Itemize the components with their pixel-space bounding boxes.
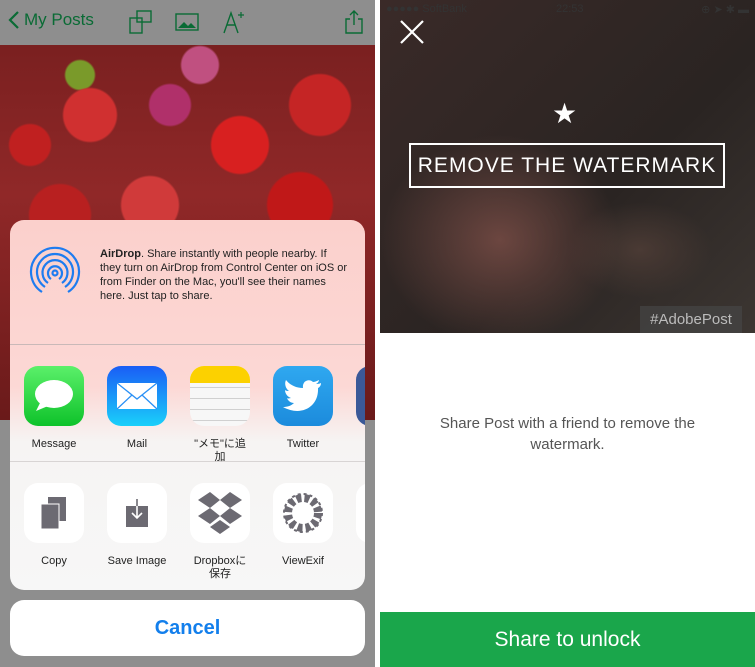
app-notes[interactable]: "メモ"に追加 [190, 346, 250, 463]
chevron-left-icon [8, 11, 19, 29]
more-tile [356, 483, 365, 543]
action-label: Copy [41, 555, 67, 567]
facebook-icon [356, 366, 365, 426]
app-label: Mail [126, 438, 148, 450]
app-facebook[interactable]: F [356, 346, 365, 461]
app-row: Message Mail "メモ"に追加 Twitter F [10, 346, 365, 463]
action-dropbox[interactable]: Dropboxに保存 [190, 463, 250, 580]
mail-icon [107, 366, 167, 426]
nav-bar: My Posts [0, 0, 375, 45]
back-label: My Posts [24, 10, 94, 29]
airdrop-description: AirDrop. Share instantly with people nea… [100, 247, 350, 303]
notes-icon [190, 366, 250, 426]
message-icon [24, 366, 84, 426]
app-label: F [356, 438, 365, 451]
viewexif-icon [273, 483, 333, 543]
action-viewexif[interactable]: ViewExif [273, 463, 333, 579]
action-save-image[interactable]: Save Image [107, 463, 167, 579]
carrier: ●●●●● SoftBank [386, 3, 467, 15]
action-row: Copy Save Image Dropboxに保存 ViewExif [10, 463, 365, 580]
status-icons: ⊕ ➤ ✱ ▬ [701, 4, 749, 16]
action-label: Save Image [107, 555, 167, 567]
star-icon: ★ [552, 98, 578, 129]
app-label: "メモ"に追加 [194, 438, 246, 463]
app-mail[interactable]: Mail [107, 346, 167, 461]
action-label: ViewExif [282, 555, 324, 567]
action-label: Dropboxに保存 [193, 555, 247, 580]
app-label: Twitter [286, 438, 320, 450]
app-message[interactable]: Message [24, 346, 84, 461]
app-label: Message [31, 438, 77, 450]
action-more[interactable] [356, 463, 365, 579]
close-icon [400, 20, 424, 44]
watermark: #AdobePost [640, 306, 742, 333]
share-to-unlock-button[interactable]: Share to unlock [380, 612, 755, 667]
clock: 22:53 [556, 3, 584, 15]
cancel-button[interactable]: Cancel [10, 600, 365, 656]
app-twitter[interactable]: Twitter [273, 346, 333, 461]
image-icon[interactable] [175, 10, 199, 34]
copy-icon [24, 483, 84, 543]
action-copy[interactable]: Copy [24, 463, 84, 579]
share-sheet: AirDrop. Share instantly with people nea… [10, 220, 365, 590]
airdrop-icon [29, 246, 81, 293]
status-bar: ●●●●● SoftBank 22:53 ⊕ ➤ ✱ ▬ [386, 3, 749, 17]
close-button[interactable] [398, 18, 426, 46]
text-size-icon[interactable] [222, 10, 246, 34]
save-image-icon [107, 483, 167, 543]
twitter-icon [273, 366, 333, 426]
remove-watermark-button[interactable]: REMOVE THE WATERMARK [409, 143, 725, 188]
airdrop-title: AirDrop [100, 248, 141, 260]
left-screen: My Posts AirDrop. Share instantly with p… [0, 0, 375, 667]
back-button[interactable]: My Posts [8, 10, 94, 30]
post-photo: ●●●●● SoftBank 22:53 ⊕ ➤ ✱ ▬ ★ REMOVE TH… [380, 0, 755, 333]
layout-icon[interactable] [129, 10, 153, 34]
airdrop-section[interactable]: AirDrop. Share instantly with people nea… [10, 220, 365, 345]
share-message: Share Post with a friend to remove the w… [439, 415, 696, 453]
share-icon[interactable] [342, 10, 366, 34]
dropbox-icon [190, 483, 250, 543]
right-screen: ●●●●● SoftBank 22:53 ⊕ ➤ ✱ ▬ ★ REMOVE TH… [380, 0, 755, 667]
